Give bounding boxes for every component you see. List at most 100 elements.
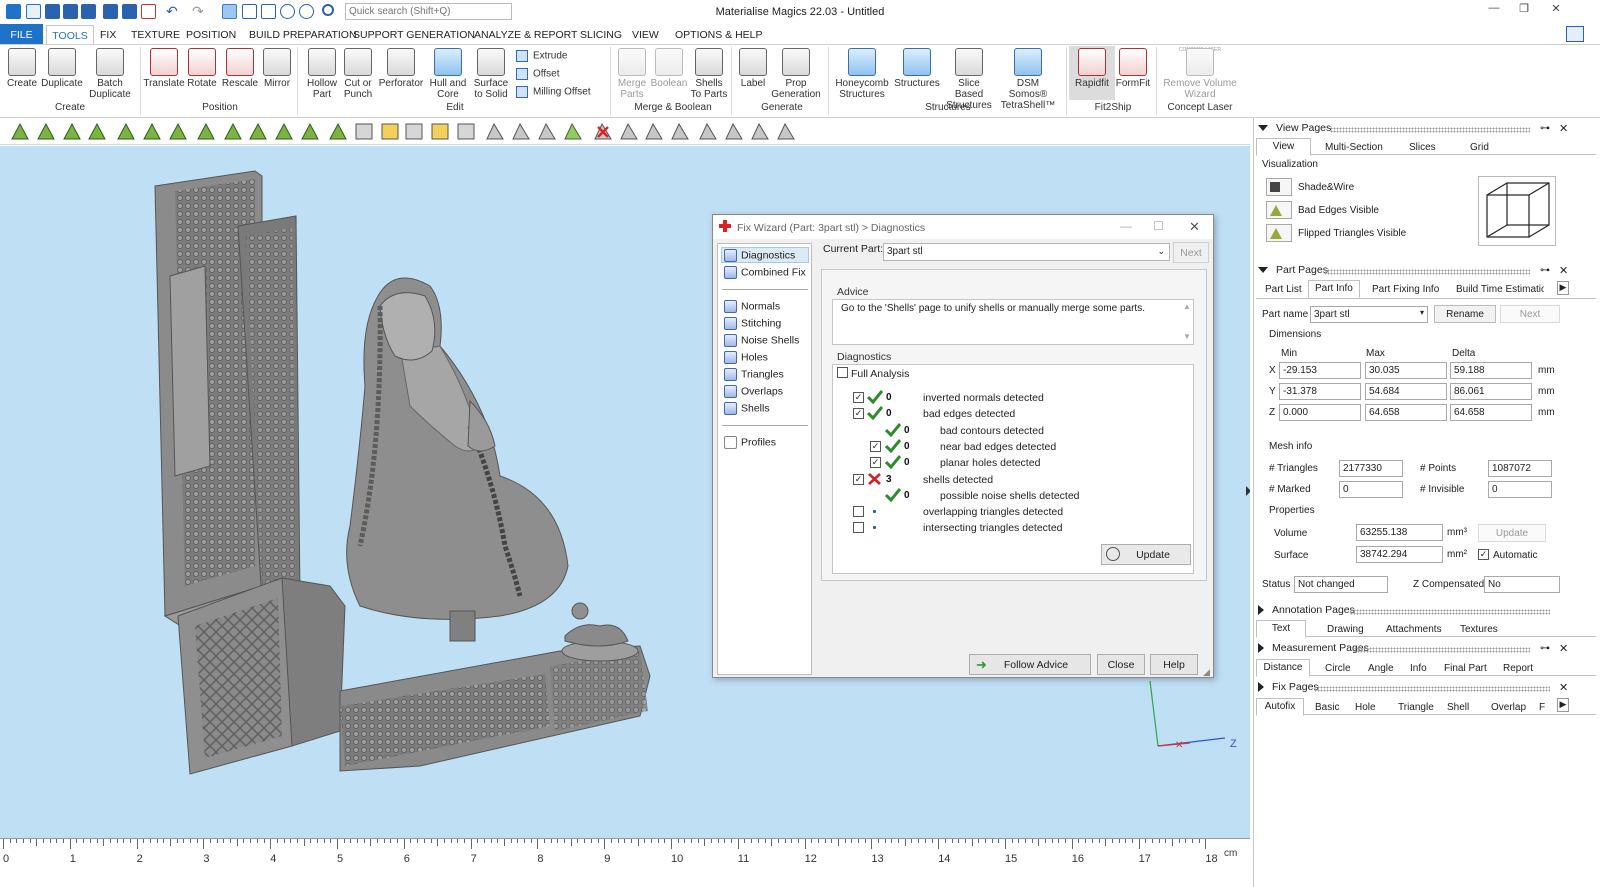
help-button[interactable]: Help	[1150, 654, 1198, 675]
tab-triangle[interactable]: Triangle	[1398, 702, 1434, 713]
prop-generation-button[interactable]: Prop Generation	[770, 48, 822, 100]
selection-tool-icon[interactable]	[725, 122, 743, 140]
surface-to-solid-button[interactable]: Surface to Solid	[470, 48, 512, 100]
diagnostic-checkbox[interactable]	[853, 506, 864, 518]
tab-texture[interactable]: TEXTURE	[131, 27, 180, 44]
nav-item-shells[interactable]: Shells	[724, 402, 770, 415]
tab-analyze-report[interactable]: ANALYZE & REPORT	[474, 27, 577, 44]
selection-tool-icon[interactable]	[11, 122, 29, 140]
scroll-up-icon[interactable]: ▲	[1183, 302, 1191, 311]
dim-max-field[interactable]: 30.035	[1365, 362, 1447, 379]
tetrashell-button[interactable]: DSM Somos® TetraShell™	[997, 48, 1059, 111]
volume-field[interactable]: 63255.138	[1356, 524, 1443, 541]
tab-circle[interactable]: Circle	[1325, 663, 1351, 674]
tab-part-info[interactable]: Part Info	[1308, 280, 1360, 298]
points-field[interactable]: 1087072	[1488, 460, 1552, 477]
minimize-button[interactable]: —	[1480, 2, 1508, 20]
selection-tool-icon[interactable]	[512, 122, 530, 140]
pin-icon[interactable]: ⊶	[1540, 643, 1550, 654]
close-window-button[interactable]: ✕	[1542, 2, 1570, 20]
translate-button[interactable]: Translate	[142, 48, 186, 89]
rename-button[interactable]: Rename	[1434, 305, 1496, 323]
selection-tool-icon[interactable]	[594, 122, 612, 140]
nav-item-triangles[interactable]: Triangles	[724, 368, 784, 381]
part-next-button[interactable]: Next	[1500, 305, 1560, 323]
tab-textures[interactable]: Textures	[1460, 624, 1498, 635]
tab-scroll-right-icon[interactable]: ▶	[1557, 281, 1569, 295]
selection-tool-icon[interactable]	[301, 122, 319, 140]
selection-tool-icon[interactable]	[224, 122, 242, 140]
selection-tool-icon[interactable]	[249, 122, 267, 140]
triangles-field[interactable]: 2177330	[1339, 460, 1403, 477]
part-name-select[interactable]: 3part stl ▾	[1310, 306, 1428, 323]
tab-fix[interactable]: FIX	[100, 27, 116, 44]
tab-slices[interactable]: Slices	[1409, 142, 1436, 153]
current-part-select[interactable]: 3part stl ⌄	[883, 243, 1170, 261]
nav-item-noise-shells[interactable]: Noise Shells	[724, 334, 799, 347]
dim-delta-field[interactable]: 64.658	[1450, 404, 1532, 421]
tab-drawing[interactable]: Drawing	[1327, 624, 1364, 635]
selection-tool-icon[interactable]	[329, 122, 347, 140]
merge-parts-button[interactable]: Merge Parts	[614, 48, 650, 100]
tab-part-fixing-info[interactable]: Part Fixing Info	[1372, 284, 1439, 295]
label-button[interactable]: Label	[736, 48, 770, 89]
follow-advice-button[interactable]: ➜ Follow Advice	[969, 654, 1091, 675]
dim-max-field[interactable]: 64.658	[1365, 404, 1447, 421]
volume-update-button[interactable]: Update	[1478, 524, 1546, 542]
dim-min-field[interactable]: -29.153	[1279, 362, 1361, 379]
tab-part-list[interactable]: Part List	[1265, 284, 1302, 295]
diagnostic-checkbox[interactable]	[853, 522, 864, 534]
selection-tool-icon[interactable]	[486, 122, 504, 140]
extrude-button[interactable]: Extrude	[516, 50, 567, 62]
tab-attachments[interactable]: Attachments	[1386, 624, 1442, 635]
dim-min-field[interactable]: -31.378	[1279, 383, 1361, 400]
tab-support-generation[interactable]: SUPPORT GENERATION	[353, 27, 475, 44]
tab-distance[interactable]: Distance	[1256, 659, 1310, 677]
selection-tool-icon[interactable]	[671, 122, 689, 140]
selection-tool-icon[interactable]	[275, 122, 293, 140]
diagnostic-checkbox[interactable]: ✓	[870, 440, 881, 452]
tab-basic[interactable]: Basic	[1315, 702, 1339, 713]
tab-overlap[interactable]: Overlap	[1491, 702, 1526, 713]
pin-icon[interactable]: ⊶	[1540, 265, 1550, 276]
dialog-maximize-button[interactable]: ☐	[1153, 219, 1164, 233]
resize-grip-icon[interactable]: ◢	[1203, 667, 1210, 678]
z-compensated-field[interactable]: No	[1484, 576, 1560, 593]
create-button[interactable]: Create	[4, 48, 40, 89]
remove-volume-wizard-button[interactable]: Remove Volume Wizard	[1162, 48, 1238, 100]
full-analysis-checkbox[interactable]	[837, 367, 848, 378]
shells-to-parts-button[interactable]: Shells To Parts	[690, 48, 728, 100]
rescale-button[interactable]: Rescale	[221, 48, 259, 89]
invisible-field[interactable]: 0	[1488, 481, 1552, 498]
diagnostic-checkbox[interactable]: ✓	[853, 473, 864, 485]
tab-report[interactable]: Report	[1503, 663, 1533, 674]
diagnostic-checkbox[interactable]: ✓	[870, 457, 881, 469]
tab-slicing[interactable]: SLICING	[580, 27, 622, 44]
tab-scroll-right-icon[interactable]: ▶	[1557, 698, 1569, 712]
next-button[interactable]: Next	[1173, 242, 1209, 263]
selection-tool-icon[interactable]	[63, 122, 81, 140]
marked-field[interactable]: 0	[1339, 481, 1403, 498]
restore-button[interactable]: ❐	[1510, 2, 1538, 20]
nav-item-combined-fix[interactable]: Combined Fix	[724, 266, 806, 279]
tab-autofix[interactable]: Autofix	[1256, 698, 1304, 716]
shade-wire-icon[interactable]	[1266, 178, 1292, 196]
pin-icon[interactable]: ⊶	[1540, 123, 1550, 134]
diagnostic-checkbox[interactable]: ✓	[853, 392, 864, 403]
bad-edges-icon[interactable]	[1266, 201, 1292, 219]
offset-button[interactable]: Offset	[516, 68, 560, 80]
tab-info[interactable]: Info	[1410, 663, 1427, 674]
selection-tool-icon[interactable]	[564, 122, 582, 140]
tab-angle[interactable]: Angle	[1368, 663, 1394, 674]
panel-collapse-arrow[interactable]	[1246, 486, 1250, 496]
perforator-button[interactable]: Perforator	[378, 48, 424, 89]
view-cube[interactable]	[1478, 176, 1556, 246]
tab-build-preparation[interactable]: BUILD PREPARATION	[249, 27, 357, 44]
selection-tool-icon[interactable]	[457, 123, 475, 140]
selection-tool-icon[interactable]	[88, 122, 106, 140]
rapidfit-button[interactable]: Rapidfit	[1071, 48, 1113, 89]
structures-button[interactable]: Structures	[893, 48, 941, 89]
layout-icon[interactable]	[1566, 26, 1584, 42]
tab-tools[interactable]: TOOLS	[46, 25, 94, 45]
dim-delta-field[interactable]: 86.061	[1450, 383, 1532, 400]
